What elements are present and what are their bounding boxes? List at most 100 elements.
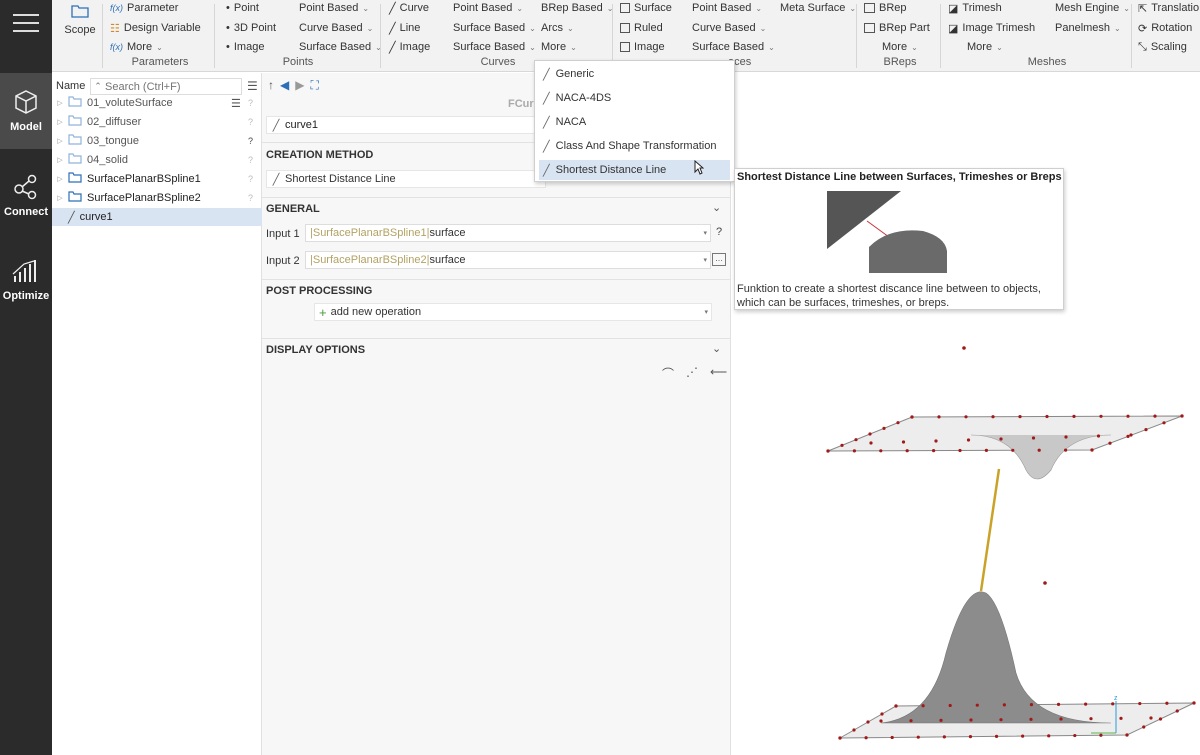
point-button[interactable]: • Point xyxy=(226,0,259,16)
control-point xyxy=(1089,717,1093,721)
meta-surface-dropdown[interactable]: Meta Surface ⌄ xyxy=(780,0,856,16)
input1-field[interactable]: |SurfacePlanarBSpline1| surface ▾ xyxy=(305,224,711,242)
back-arrow-icon[interactable]: ◀ xyxy=(280,78,289,92)
dropdown-arrow-icon[interactable]: ▾ xyxy=(703,256,710,264)
point-based-point-dropdown[interactable]: Point Based ⌄ xyxy=(299,0,369,16)
tree-item[interactable]: ▷ 02_diffuser? xyxy=(52,113,262,131)
curve-button[interactable]: ╱ Curve xyxy=(389,0,429,16)
nav-connect[interactable]: Connect xyxy=(0,158,52,234)
more-options-icon[interactable]: … xyxy=(712,253,726,266)
parameter-button[interactable]: f(x) Parameter xyxy=(110,0,178,16)
filter-icon[interactable]: ☰ xyxy=(247,79,258,93)
scaling-button[interactable]: ⤡ Scaling xyxy=(1138,39,1187,55)
forward-arrow-icon[interactable]: ▶ xyxy=(295,78,304,92)
rotation-button[interactable]: ⟳ Rotation xyxy=(1138,20,1192,36)
parameters-more-button[interactable]: f(x) More ⌄ xyxy=(110,39,163,55)
points-display-icon[interactable]: ⋰ xyxy=(686,365,698,382)
tree-item[interactable]: ▷ SurfacePlanarBSpline2? xyxy=(52,189,262,207)
chevron-down-icon[interactable]: ⌄ xyxy=(712,342,721,355)
search-box[interactable]: ⌃ xyxy=(90,78,242,95)
surface-based-curve-dropdown[interactable]: Surface Based ⌄ xyxy=(453,20,536,36)
help-icon[interactable]: ? xyxy=(248,136,253,146)
scope-button[interactable]: Scope xyxy=(62,2,98,42)
help-icon[interactable]: ? xyxy=(248,117,253,127)
3d-point-button[interactable]: • 3D Point xyxy=(226,20,276,36)
menu-item[interactable]: ╱ NACA-4DS xyxy=(539,88,730,108)
input2-field[interactable]: |SurfacePlanarBSpline2| surface ▾ xyxy=(305,251,711,269)
expand-arrow-icon[interactable]: ▷ xyxy=(52,137,68,145)
brep-part-button[interactable]: BRep Part xyxy=(864,20,930,36)
help-icon[interactable]: ? xyxy=(248,98,253,108)
add-operation-field[interactable]: + add new operation ▾ xyxy=(314,303,712,321)
brep-button[interactable]: BRep xyxy=(864,0,907,16)
menu-item[interactable]: ╱ NACA xyxy=(539,112,730,132)
dropdown-arrow-icon[interactable]: ▾ xyxy=(704,308,711,316)
menu-item[interactable]: ╱ Class And Shape Transformation xyxy=(539,136,730,156)
expand-arrow-icon[interactable]: ▷ xyxy=(52,118,68,126)
help-icon[interactable]: ? xyxy=(716,226,722,238)
expand-arrow-icon[interactable]: ▷ xyxy=(52,99,68,107)
help-icon[interactable]: ? xyxy=(248,174,253,184)
expand-arrow-icon[interactable]: ▷ xyxy=(52,194,68,202)
line-button[interactable]: ╱ Line xyxy=(389,20,420,36)
expand-arrow-icon[interactable]: ▷ xyxy=(52,175,68,183)
translation-button[interactable]: ⇱ Translatio xyxy=(1138,0,1199,16)
control-point xyxy=(1144,428,1148,432)
brep-based-curve-dropdown[interactable]: BRep Based ⌄ xyxy=(541,0,613,16)
control-point xyxy=(962,346,966,350)
tree-item[interactable]: ▷ 04_solid? xyxy=(52,151,262,169)
trimesh-button[interactable]: ◪ Trimesh xyxy=(948,0,1002,16)
menu-item[interactable]: ╱ Generic xyxy=(539,64,730,84)
nav-model-label: Model xyxy=(10,121,42,133)
fit-view-icon[interactable]: ⛶ xyxy=(310,78,318,93)
model-tree-panel: Name ⌃ ☰ ▷ 01_voluteSurface ☰? ▷ 02_diffuser… xyxy=(52,73,262,755)
tree-item[interactable]: ▷ 01_voluteSurface ☰? xyxy=(52,94,262,112)
tree-item[interactable]: ▷ SurfacePlanarBSpline1? xyxy=(52,170,262,188)
arcs-dropdown[interactable]: Arcs ⌄ xyxy=(541,20,574,36)
control-point xyxy=(1045,414,1049,419)
curve-based-point-dropdown[interactable]: Curve Based ⌄ xyxy=(299,20,373,36)
expand-arrow-icon[interactable]: ▷ xyxy=(52,156,68,164)
help-icon[interactable]: ? xyxy=(248,193,253,203)
arrow-display-icon[interactable]: ⟵ xyxy=(710,365,727,382)
curve-image-button[interactable]: ╱ Image xyxy=(389,39,430,55)
image-trimesh-button[interactable]: ◪ Image Trimesh xyxy=(948,20,1035,36)
panelmesh-dropdown[interactable]: Panelmesh ⌄ xyxy=(1055,20,1121,36)
surface-based-point-dropdown[interactable]: Surface Based ⌄ xyxy=(299,39,382,55)
nav-model[interactable]: Model xyxy=(0,73,52,149)
ruled-button[interactable]: Ruled xyxy=(620,20,663,36)
point-based-surface-dropdown[interactable]: Point Based ⌄ xyxy=(692,0,762,16)
point-image-button[interactable]: • Image xyxy=(226,39,264,55)
search-input[interactable] xyxy=(105,80,235,93)
pin-icon[interactable]: ↑ xyxy=(268,78,274,92)
control-point xyxy=(1192,701,1196,705)
hamburger-menu-button[interactable] xyxy=(0,0,52,46)
tree-item[interactable]: ╱ curve1 xyxy=(52,208,262,226)
menu-item-label: Class And Shape Transformation xyxy=(555,140,717,152)
surface-based-curve-dropdown-2[interactable]: Surface Based ⌄ xyxy=(453,39,536,55)
meshes-more-dropdown[interactable]: More ⌄ xyxy=(967,39,1003,55)
curve-display-icon[interactable]: ⌒ xyxy=(662,365,674,382)
square-icon xyxy=(620,23,630,33)
breps-more-dropdown[interactable]: More ⌄ xyxy=(882,39,918,55)
tree-item[interactable]: ▷ 03_tongue? xyxy=(52,132,262,150)
dropdown-arrow-icon[interactable]: ▾ xyxy=(703,229,710,237)
sliders-icon[interactable]: ☰ xyxy=(231,97,241,110)
object-type-label: FCur xyxy=(508,98,534,110)
design-variable-button[interactable]: ☷ Design Variable xyxy=(110,20,201,36)
control-point xyxy=(937,415,941,419)
curve-based-surface-dropdown[interactable]: Curve Based ⌄ xyxy=(692,20,766,36)
curves-more-dropdown[interactable]: More ⌄ xyxy=(541,39,577,55)
creation-method-field[interactable]: ╱ Shortest Distance Line xyxy=(266,170,546,188)
chevron-down-icon: ⌄ xyxy=(366,23,374,33)
surface-based-surface-dropdown[interactable]: Surface Based ⌄ xyxy=(692,39,775,55)
surface-image-button[interactable]: Image xyxy=(620,39,665,55)
help-icon[interactable]: ? xyxy=(248,155,253,165)
mesh-engine-dropdown[interactable]: Mesh Engine ⌄ xyxy=(1055,0,1130,16)
dot-icon: • xyxy=(226,41,230,53)
chevron-down-icon[interactable]: ⌄ xyxy=(712,201,721,214)
surface-button[interactable]: Surface xyxy=(620,0,672,16)
object-name-field[interactable]: ╱ curve1 xyxy=(266,116,546,134)
point-based-curve-dropdown[interactable]: Point Based ⌄ xyxy=(453,0,523,16)
nav-optimize[interactable]: Optimize xyxy=(0,242,52,318)
